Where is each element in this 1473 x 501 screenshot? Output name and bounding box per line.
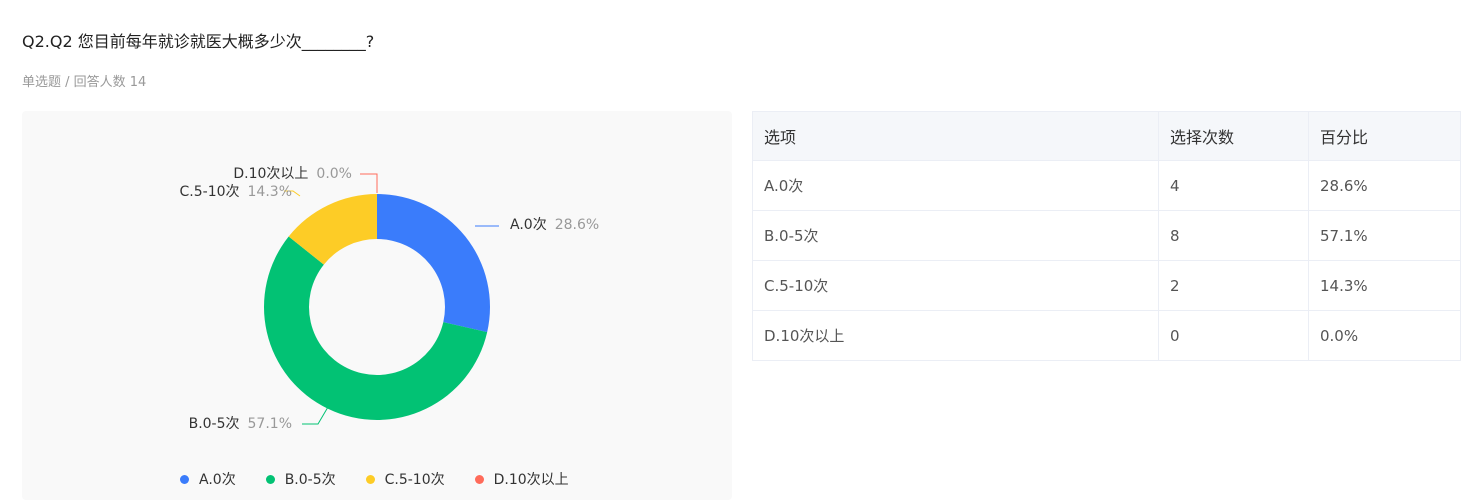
header-percent: 百分比: [1308, 111, 1461, 161]
cell-percent: 57.1%: [1308, 210, 1461, 261]
cell-percent: 28.6%: [1308, 160, 1461, 211]
legend-dot-c: [365, 474, 375, 484]
chart-panel: A.0次 28.6% B.0-5次 57.1% C.5-10次 14.3% D.10次…: [22, 111, 732, 500]
legend-label-b: B.0-5次: [284, 472, 336, 488]
results-table-wrap: 选项 选择次数 百分比 A.0次 4 28.6% B.0-5次 8 57.1% …: [752, 111, 1461, 361]
table-row: A.0次 4 28.6%: [752, 160, 1461, 211]
donut-chart: A.0次 28.6% B.0-5次 57.1% C.5-10次 14.3% D.10次…: [180, 166, 600, 432]
legend-label-d: D.10次以上: [493, 472, 569, 488]
table-row: C.5-10次 2 14.3%: [752, 260, 1461, 311]
cell-percent: 0.0%: [1308, 310, 1461, 361]
question-meta: 单选题 / 回答人数 14: [22, 75, 147, 90]
legend-item-a[interactable]: A.0次: [180, 469, 236, 489]
cell-count: 4: [1158, 160, 1309, 211]
legend-dot-d: [474, 474, 484, 484]
legend-dot-b: [265, 474, 275, 484]
legend-item-d[interactable]: D.10次以上: [474, 469, 569, 489]
question-title: Q2.Q2 您目前每年就诊就医大概多少次________?: [22, 32, 375, 51]
chart-legend: A.0次 B.0-5次 C.5-10次 D.10次以上: [180, 469, 599, 489]
leader-line-d: [360, 173, 378, 193]
cell-count: 2: [1158, 260, 1309, 311]
cell-option: A.0次: [752, 160, 1159, 211]
slice-a[interactable]: [377, 194, 490, 333]
header-count: 选择次数: [1158, 111, 1309, 161]
table-row: B.0-5次 8 57.1%: [752, 210, 1461, 261]
slice-label-d: D.10次以上 0.0%: [233, 166, 352, 182]
legend-label-c: C.5-10次: [384, 472, 445, 488]
legend-label-a: A.0次: [199, 472, 236, 488]
leader-line-b: [302, 406, 329, 425]
cell-option: D.10次以上: [752, 310, 1159, 361]
slice-label-c: C.5-10次 14.3%: [180, 184, 292, 200]
cell-option: C.5-10次: [752, 260, 1159, 311]
header-option: 选项: [752, 111, 1159, 161]
slice-label-b: B.0-5次 57.1%: [189, 416, 292, 432]
legend-item-c[interactable]: C.5-10次: [365, 469, 445, 489]
cell-option: B.0-5次: [752, 210, 1159, 261]
cell-count: 8: [1158, 210, 1309, 261]
table-header-row: 选项 选择次数 百分比: [752, 111, 1461, 161]
cell-percent: 14.3%: [1308, 260, 1461, 311]
legend-item-b[interactable]: B.0-5次: [265, 469, 336, 489]
cell-count: 0: [1158, 310, 1309, 361]
legend-dot-a: [180, 474, 189, 484]
table-row: D.10次以上 0 0.0%: [752, 310, 1461, 361]
results-table: 选项 选择次数 百分比 A.0次 4 28.6% B.0-5次 8 57.1% …: [752, 111, 1461, 361]
slice-label-a: A.0次 28.6%: [510, 217, 599, 233]
